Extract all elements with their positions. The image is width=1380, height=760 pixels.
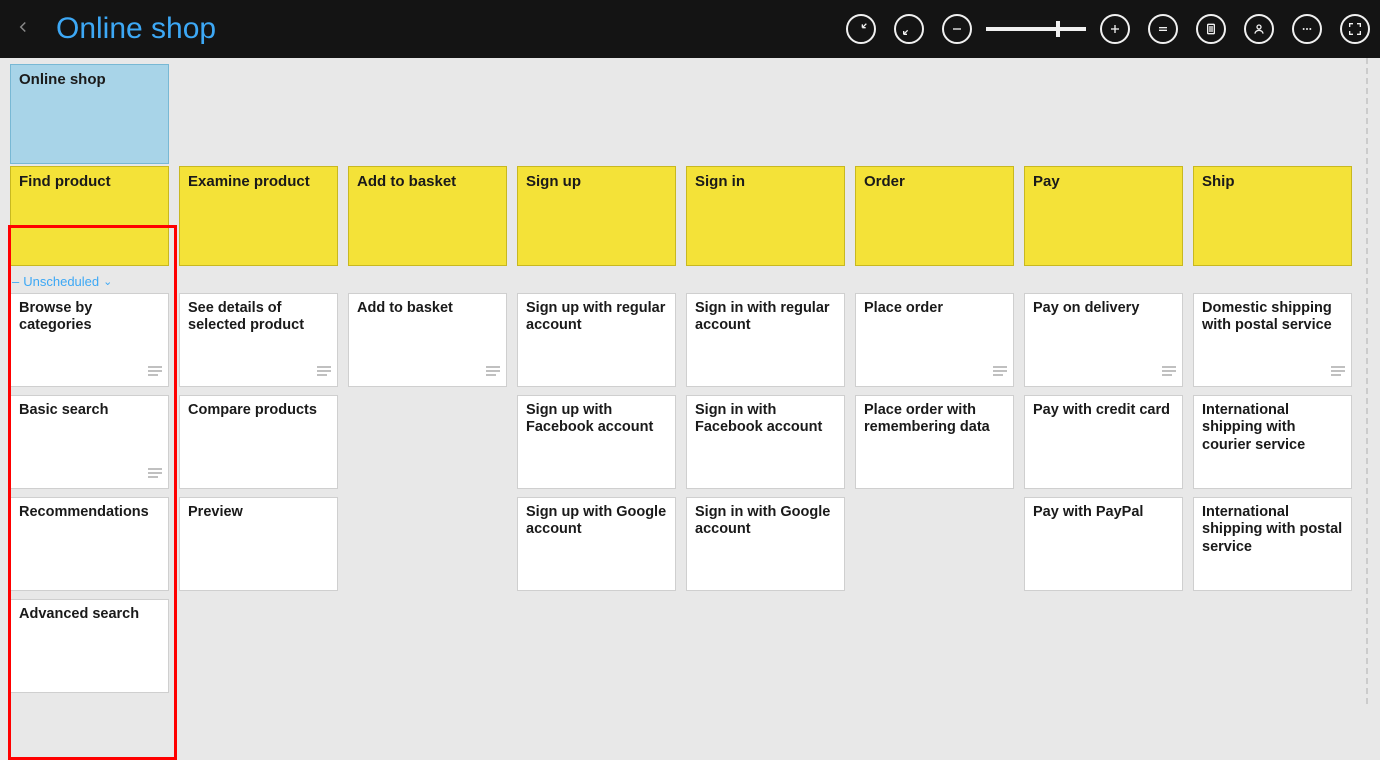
story-card[interactable]: Place order with remembering data xyxy=(855,395,1014,489)
release-toggle[interactable]: – Unscheduled ⌄ xyxy=(10,266,1370,293)
story-map-board: Online shop Find productExamine productA… xyxy=(0,58,1380,703)
clipboard-icon[interactable] xyxy=(1196,14,1226,44)
story-card[interactable]: Sign up with Facebook account xyxy=(517,395,676,489)
story-column: Domestic shipping with postal serviceInt… xyxy=(1193,293,1352,693)
story-card[interactable]: Place order xyxy=(855,293,1014,387)
zoom-out-button[interactable] xyxy=(942,14,972,44)
app-header: Online shop xyxy=(0,0,1380,58)
story-card[interactable]: Compare products xyxy=(179,395,338,489)
story-card[interactable]: International shipping with courier serv… xyxy=(1193,395,1352,489)
zoom-in-button[interactable] xyxy=(1100,14,1130,44)
story-card[interactable]: Sign in with Google account xyxy=(686,497,845,591)
story-card[interactable]: Recommendations xyxy=(10,497,169,591)
story-column: Sign up with regular accountSign up with… xyxy=(517,293,676,693)
card-marker-icon xyxy=(486,365,500,382)
story-card[interactable]: Sign in with Facebook account xyxy=(686,395,845,489)
card-marker-icon xyxy=(1331,365,1345,382)
epic-card[interactable]: Add to basket xyxy=(348,166,507,266)
epic-card[interactable]: Find product xyxy=(10,166,169,266)
story-card[interactable]: Pay with credit card xyxy=(1024,395,1183,489)
story-column: See details of selected productCompare p… xyxy=(179,293,338,693)
story-card[interactable]: Browse by categories xyxy=(10,293,169,387)
card-marker-icon xyxy=(1162,365,1176,382)
story-card[interactable]: Sign up with Google account xyxy=(517,497,676,591)
story-card[interactable]: Basic search xyxy=(10,395,169,489)
epic-row: Find productExamine productAdd to basket… xyxy=(10,166,1370,266)
zoom-slider-thumb[interactable] xyxy=(1056,21,1060,37)
story-column: Pay on deliveryPay with credit cardPay w… xyxy=(1024,293,1183,693)
story-card[interactable]: Preview xyxy=(179,497,338,591)
release-label-text: Unscheduled xyxy=(23,274,99,289)
story-card[interactable]: See details of selected product xyxy=(179,293,338,387)
epic-card[interactable]: Sign in xyxy=(686,166,845,266)
story-card[interactable]: Advanced search xyxy=(10,599,169,693)
story-card[interactable]: Pay with PayPal xyxy=(1024,497,1183,591)
user-icon[interactable] xyxy=(1244,14,1274,44)
fullscreen-icon[interactable] xyxy=(1340,14,1370,44)
card-marker-icon xyxy=(148,365,162,382)
epic-card[interactable]: Order xyxy=(855,166,1014,266)
story-card[interactable]: Add to basket xyxy=(348,293,507,387)
fit-icon[interactable] xyxy=(1148,14,1178,44)
zoom-slider[interactable] xyxy=(986,27,1086,31)
card-marker-icon xyxy=(317,365,331,382)
story-card[interactable]: Sign up with regular account xyxy=(517,293,676,387)
epic-card[interactable]: Sign up xyxy=(517,166,676,266)
collapse-icon[interactable] xyxy=(846,14,876,44)
epic-card[interactable]: Examine product xyxy=(179,166,338,266)
story-card[interactable]: Sign in with regular account xyxy=(686,293,845,387)
header-left: Online shop xyxy=(10,12,216,46)
story-card[interactable]: Domestic shipping with postal service xyxy=(1193,293,1352,387)
back-button[interactable] xyxy=(10,16,36,42)
story-column: Add to basket xyxy=(348,293,507,693)
expand-icon[interactable] xyxy=(894,14,924,44)
story-column: Browse by categoriesBasic searchRecommen… xyxy=(10,293,169,693)
vertical-divider xyxy=(1366,58,1368,704)
story-card[interactable]: Pay on delivery xyxy=(1024,293,1183,387)
header-right xyxy=(846,14,1370,44)
card-marker-icon xyxy=(993,365,1007,382)
stories-grid: Browse by categoriesBasic searchRecommen… xyxy=(10,293,1370,693)
epic-card[interactable]: Pay xyxy=(1024,166,1183,266)
project-card[interactable]: Online shop xyxy=(10,64,169,164)
page-title: Online shop xyxy=(56,12,216,46)
story-card[interactable]: International shipping with postal servi… xyxy=(1193,497,1352,591)
story-column: Sign in with regular accountSign in with… xyxy=(686,293,845,693)
card-marker-icon xyxy=(148,467,162,484)
more-icon[interactable] xyxy=(1292,14,1322,44)
epic-card[interactable]: Ship xyxy=(1193,166,1352,266)
chevron-down-icon: ⌄ xyxy=(103,275,112,288)
story-column: Place orderPlace order with remembering … xyxy=(855,293,1014,693)
